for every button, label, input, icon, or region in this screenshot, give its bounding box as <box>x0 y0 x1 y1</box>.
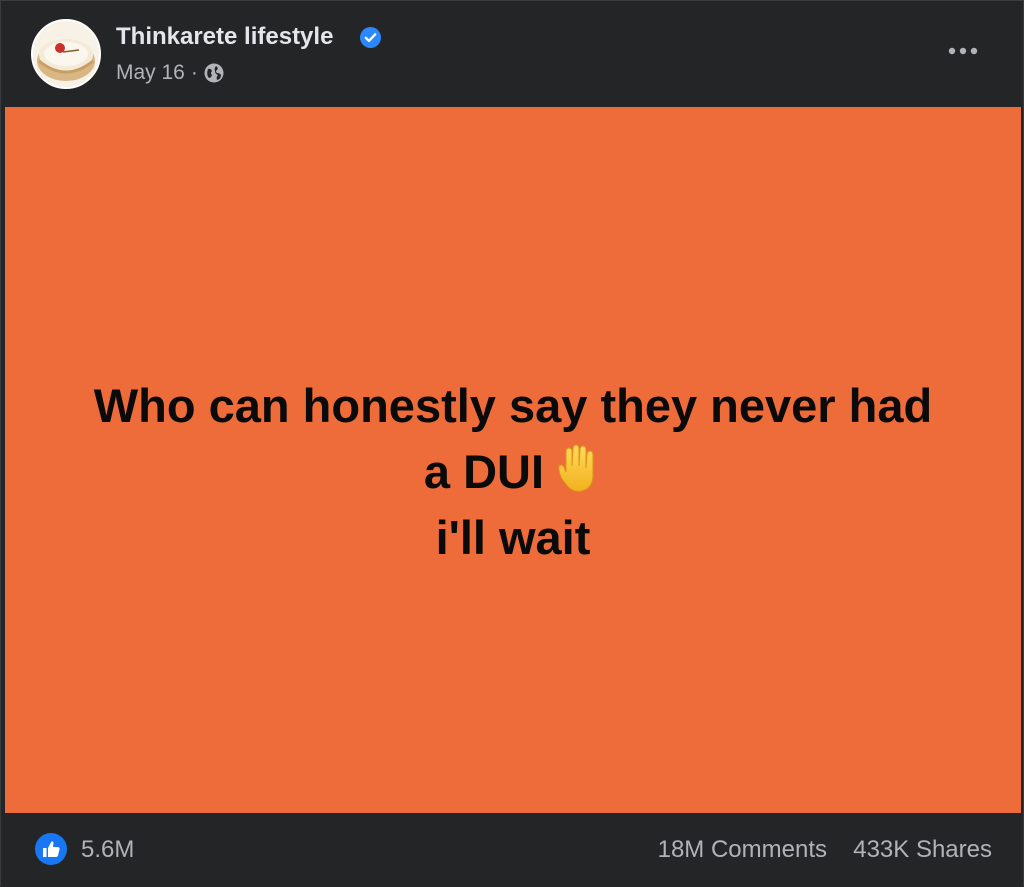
page-name-link[interactable]: Thinkarete lifestyle <box>116 23 333 51</box>
facebook-post: Thinkarete lifestyle May 16 · Who can ho… <box>0 0 1024 887</box>
verified-badge-icon <box>360 27 381 48</box>
post-text-line-2: a DUI <box>94 439 932 505</box>
reaction-count[interactable]: 5.6M <box>81 836 134 864</box>
comments-count-link[interactable]: 18M Comments <box>658 836 827 864</box>
more-options-button[interactable] <box>941 33 985 69</box>
like-icon[interactable] <box>35 833 67 865</box>
raised-hand-icon <box>552 444 602 494</box>
post-header: Thinkarete lifestyle May 16 · <box>1 1 1023 107</box>
post-text-line-2-text: a DUI <box>423 445 545 498</box>
more-options-icon <box>948 42 978 60</box>
post-date-link[interactable]: May 16 <box>116 61 185 85</box>
page-avatar[interactable] <box>31 19 101 89</box>
post-text-line-1: Who can honestly say they never had <box>93 379 933 432</box>
post-text-line-3: i'll wait <box>435 511 591 564</box>
post-footer: 5.6M 18M Comments 433K Shares <box>1 813 1023 887</box>
meta-separator: · <box>190 61 198 84</box>
post-text: Who can honestly say they never had a DU… <box>94 373 932 571</box>
post-content[interactable]: Who can honestly say they never had a DU… <box>5 107 1021 813</box>
post-meta: May 16 · <box>116 61 224 85</box>
globe-icon[interactable] <box>204 63 224 83</box>
shares-count-link[interactable]: 433K Shares <box>853 836 992 864</box>
